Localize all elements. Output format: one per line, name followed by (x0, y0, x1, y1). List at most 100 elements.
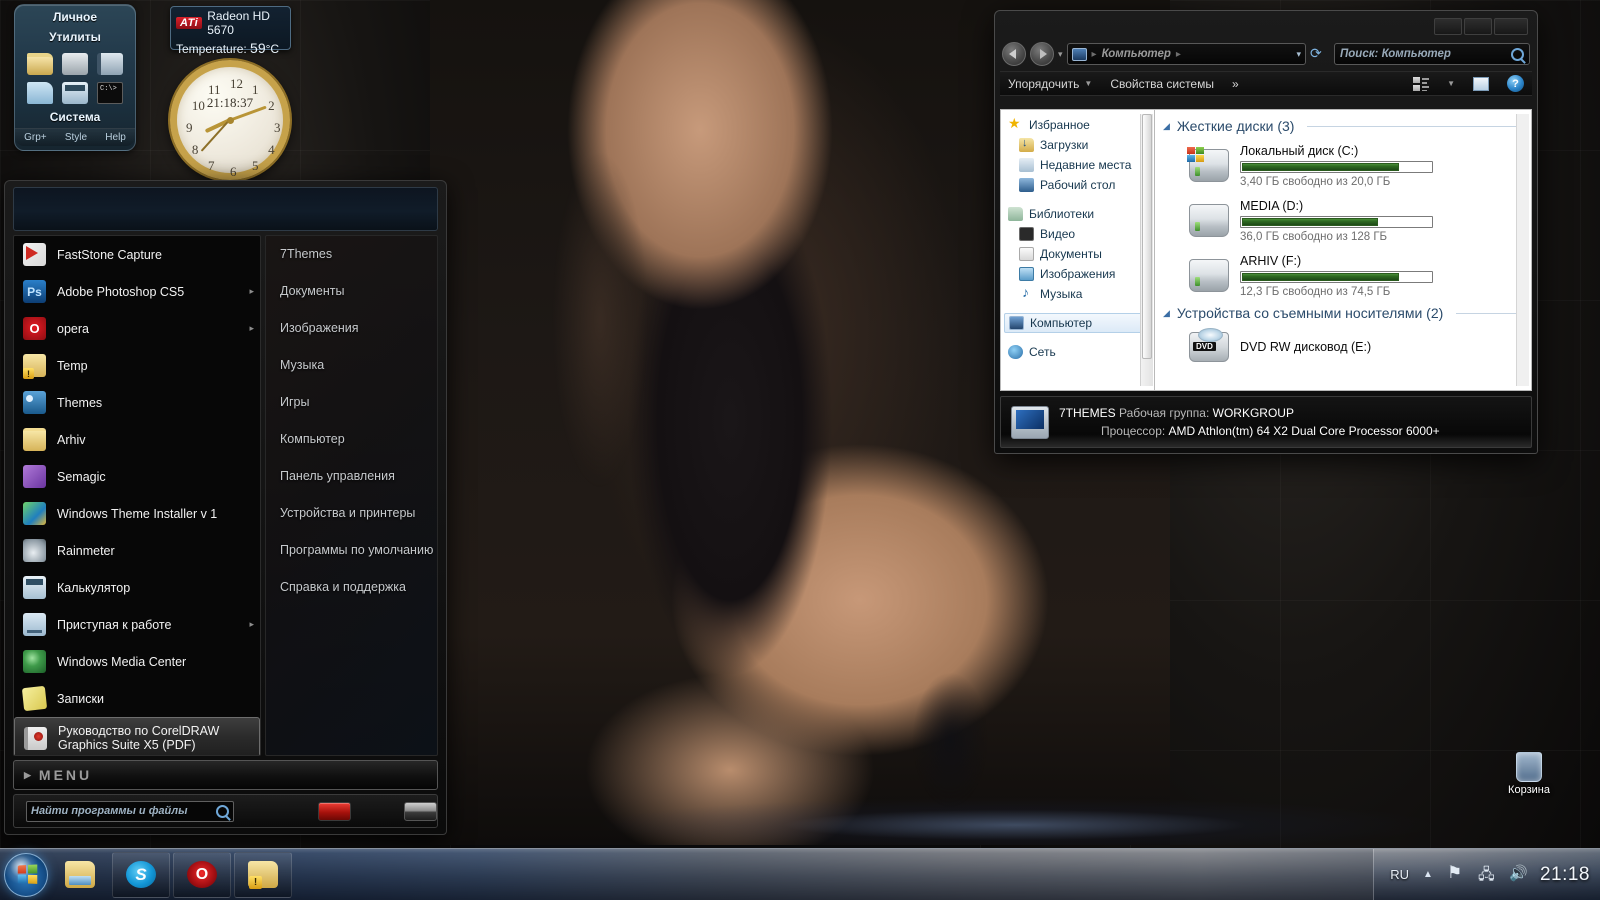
navigation-scrollbar[interactable] (1140, 114, 1153, 386)
nav-item-библиотеки[interactable]: Библиотеки (1001, 204, 1154, 224)
start-menu-program-item[interactable]: FastStone Capture (14, 236, 260, 273)
command-prompt-icon[interactable] (97, 82, 123, 104)
forward-button[interactable] (1030, 42, 1054, 66)
breadcrumb-separator-icon-2[interactable]: ▸ (1176, 49, 1181, 60)
breadcrumb-root[interactable]: Компьютер (1102, 48, 1171, 60)
nav-item-компьютер[interactable]: Компьютер (1004, 313, 1151, 333)
calculator-icon[interactable] (62, 82, 88, 104)
refresh-icon[interactable]: ⟳ (1310, 46, 1326, 62)
explorer-search-input[interactable]: Поиск: Компьютер (1334, 43, 1530, 65)
volume-icon[interactable] (1509, 864, 1528, 883)
start-menu-program-item[interactable]: Windows Media Center (14, 643, 260, 680)
nav-item-избранное[interactable]: Избранное (1001, 115, 1154, 135)
start-menu[interactable]: FastStone Capture Ps Adobe Photoshop CS5 ▸ O… (4, 180, 447, 835)
shutdown-options-button[interactable] (404, 801, 437, 821)
folder-icon[interactable] (27, 53, 53, 75)
nav-item-документы[interactable]: Документы (1001, 244, 1154, 264)
group-header[interactable]: ◢ Устройства со съемными носителями (2) (1163, 305, 1521, 321)
start-menu-place-link[interactable]: Документы (266, 273, 437, 310)
taskbar-clock[interactable]: 21:18 (1540, 864, 1590, 886)
start-menu-program-item[interactable]: Arhiv (14, 421, 260, 458)
shutdown-button[interactable] (318, 801, 352, 821)
start-menu-program-item[interactable]: Руководство по CorelDRAW Graphics Suite … (14, 717, 260, 755)
start-menu-program-item[interactable]: Rainmeter (14, 532, 260, 569)
start-menu-place-link[interactable]: Устройства и принтеры (266, 495, 437, 532)
taskbar-button-skype[interactable]: S (112, 851, 170, 898)
start-menu-program-item[interactable]: Oopera ▸ (14, 310, 260, 347)
chevron-down-icon[interactable]: ▾ (1296, 49, 1301, 60)
chevron-down-icon[interactable]: ▼ (1447, 79, 1455, 88)
start-menu-program-item[interactable]: Semagic (14, 458, 260, 495)
start-menu-place-link[interactable]: Компьютер (266, 421, 437, 458)
system-properties-button[interactable]: Свойства системы (1110, 77, 1214, 91)
maximize-button[interactable] (1464, 18, 1492, 35)
system-utilities-gadget[interactable]: Личное Утилиты Система Grp+ Style Help (14, 4, 136, 151)
nav-item-видео[interactable]: Видео (1001, 224, 1154, 244)
start-menu-place-link[interactable]: 7Themes (266, 236, 437, 273)
language-indicator[interactable]: RU (1390, 867, 1409, 882)
explorer-window[interactable]: ▾ ▸ Компьютер ▸ ▾ ⟳ Поиск: Компьютер Упо… (994, 10, 1538, 454)
minimize-button[interactable] (1434, 18, 1462, 35)
taskbar-button-explorer[interactable] (51, 852, 109, 898)
drive-row[interactable]: MEDIA (D:) 36,0 ГБ свободно из 128 ГБ (1163, 193, 1521, 248)
nav-item-сеть[interactable]: Сеть (1001, 342, 1154, 362)
start-menu-program-item[interactable]: Приступая к работе ▸ (14, 606, 260, 643)
start-menu-program-item[interactable]: Записки (14, 680, 260, 717)
gpu-temperature-gadget[interactable]: ATi Radeon HD 5670 Temperature: 59°C (170, 6, 291, 56)
drive-row[interactable]: Локальный диск (C:) 3,40 ГБ свободно из 2… (1163, 138, 1521, 193)
nav-item-рабочий-стол[interactable]: Рабочий стол (1001, 175, 1154, 195)
toolbar-overflow-button[interactable]: » (1232, 77, 1239, 91)
close-button[interactable] (1494, 18, 1528, 35)
network-icon[interactable] (1478, 864, 1495, 889)
gadget-style-button[interactable]: Style (65, 132, 87, 143)
preview-pane-icon[interactable] (1473, 76, 1489, 91)
file-list-scrollbar[interactable] (1516, 114, 1529, 386)
file-list-pane[interactable]: ◢ Жесткие диски (3) Локальный диск (C:) 3,4… (1155, 109, 1532, 391)
start-menu-program-item[interactable]: Ps Adobe Photoshop CS5 ▸ (14, 273, 260, 310)
action-center-flag-icon[interactable] (1447, 863, 1464, 883)
help-icon[interactable]: ? (1507, 75, 1524, 92)
organize-button[interactable]: Упорядочить ▼ (1008, 77, 1092, 91)
start-button[interactable] (4, 852, 48, 897)
navigation-pane[interactable]: Избранное Загрузки Недавние места Рабочий с… (1000, 109, 1155, 391)
nav-item-музыка[interactable]: Музыка (1001, 284, 1154, 304)
start-menu-program-item[interactable]: Themes (14, 384, 260, 421)
book-icon[interactable] (97, 53, 123, 75)
drive-icon[interactable] (62, 53, 88, 75)
taskbar[interactable]: SO RU ▲ 21:18 (0, 848, 1600, 900)
collapse-triangle-icon[interactable]: ◢ (1163, 121, 1170, 132)
start-menu-place-link[interactable]: Программы по умолчанию (266, 532, 437, 569)
recycle-bin[interactable]: Корзина (1500, 752, 1558, 796)
start-menu-programs-list[interactable]: FastStone Capture Ps Adobe Photoshop CS5 ▸ O… (13, 235, 261, 756)
change-view-icon[interactable] (1413, 76, 1430, 91)
page-icon[interactable] (27, 82, 53, 104)
nav-item-недавние-места[interactable]: Недавние места (1001, 155, 1154, 175)
start-menu-place-link[interactable]: Справка и поддержка (266, 569, 437, 606)
collapse-triangle-icon[interactable]: ◢ (1163, 308, 1170, 319)
gadget-grp-button[interactable]: Grp+ (24, 132, 47, 143)
drive-row[interactable]: ARHIV (F:) 12,3 ГБ свободно из 74,5 ГБ (1163, 248, 1521, 303)
nav-item-изображения[interactable]: Изображения (1001, 264, 1154, 284)
taskbar-button-opera[interactable]: O (173, 851, 231, 898)
start-menu-program-item[interactable]: Temp (14, 347, 260, 384)
start-menu-program-item[interactable]: Калькулятор (14, 569, 260, 606)
device-row[interactable]: DVD RW дисковод (E:) (1163, 325, 1521, 369)
group-header[interactable]: ◢ Жесткие диски (3) (1163, 118, 1521, 134)
taskbar-button-temp-folder[interactable] (234, 851, 292, 898)
start-menu-place-link[interactable]: Музыка (266, 347, 437, 384)
start-menu-place-link[interactable]: Изображения (266, 310, 437, 347)
all-programs-button[interactable]: ▶ MENU (13, 760, 438, 790)
start-menu-program-item[interactable]: Windows Theme Installer v 1 (14, 495, 260, 532)
analog-clock-gadget[interactable]: 21:18:37 12 1 2 3 4 5 6 7 8 9 10 11 (170, 60, 290, 180)
address-bar[interactable]: ▸ Компьютер ▸ ▾ (1066, 43, 1306, 65)
start-menu-places-list[interactable]: 7Themes Документы Изображения Музыка Игры Ком… (265, 235, 438, 756)
start-menu-place-link[interactable]: Игры (266, 384, 437, 421)
back-button[interactable] (1002, 42, 1026, 66)
recent-pages-dropdown-icon[interactable]: ▾ (1058, 49, 1063, 60)
show-hidden-icons-icon[interactable]: ▲ (1423, 869, 1433, 880)
gadget-help-button[interactable]: Help (105, 132, 126, 143)
start-menu-search-input[interactable]: Найти программы и файлы (26, 800, 235, 822)
explorer-titlebar[interactable] (1000, 16, 1532, 40)
start-menu-place-link[interactable]: Панель управления (266, 458, 437, 495)
navigation-scrollbar-thumb[interactable] (1142, 114, 1152, 359)
